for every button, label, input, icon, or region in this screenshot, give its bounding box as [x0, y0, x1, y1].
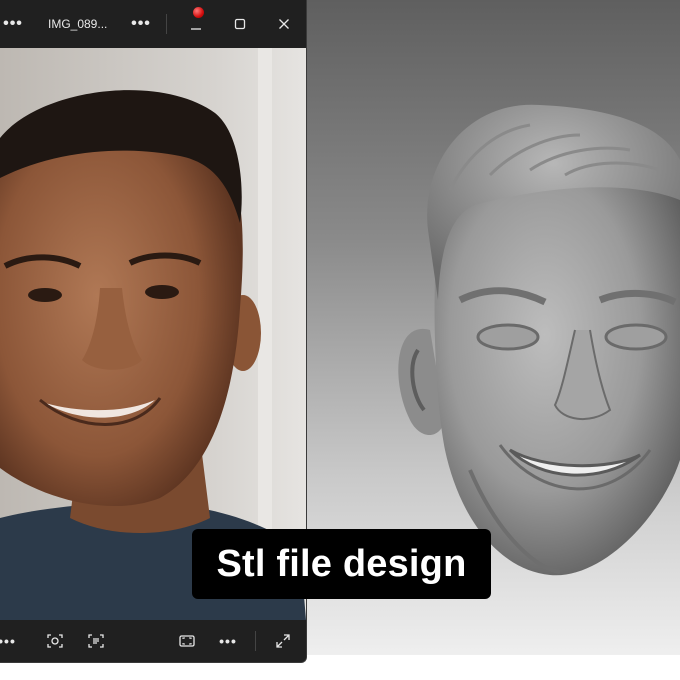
- ellipsis-icon: •••: [0, 633, 16, 649]
- title-bar: ••• IMG_089... •••: [0, 0, 306, 48]
- window-title: IMG_089...: [48, 17, 108, 31]
- title-more-button[interactable]: •••: [130, 12, 152, 36]
- minimize-icon: [191, 28, 201, 30]
- text-scan-icon: [88, 634, 104, 648]
- ellipsis-icon: •••: [3, 15, 23, 32]
- caption-label: Stl file design: [192, 529, 491, 599]
- maximize-icon: [234, 18, 246, 30]
- divider: [166, 14, 167, 34]
- maximize-button[interactable]: [228, 12, 252, 36]
- toolbar-more-button[interactable]: •••: [216, 629, 240, 653]
- fit-to-window-icon: [179, 635, 195, 647]
- toolbar-more-left-button[interactable]: •••: [0, 629, 16, 653]
- fullscreen-button[interactable]: [271, 629, 295, 653]
- text-scan-button[interactable]: [84, 629, 108, 653]
- expand-icon: [276, 634, 290, 648]
- fit-to-window-button[interactable]: [175, 629, 199, 653]
- recording-dot-icon: [193, 7, 204, 18]
- divider: [255, 631, 256, 651]
- ellipsis-icon: •••: [219, 633, 237, 649]
- visual-search-icon: [47, 634, 63, 648]
- ellipsis-icon: •••: [131, 15, 151, 32]
- close-icon: [279, 19, 289, 29]
- visual-search-button[interactable]: [43, 629, 67, 653]
- close-button[interactable]: [272, 12, 296, 36]
- more-options-button[interactable]: •••: [3, 12, 23, 36]
- bottom-toolbar: ••• •••: [0, 620, 306, 662]
